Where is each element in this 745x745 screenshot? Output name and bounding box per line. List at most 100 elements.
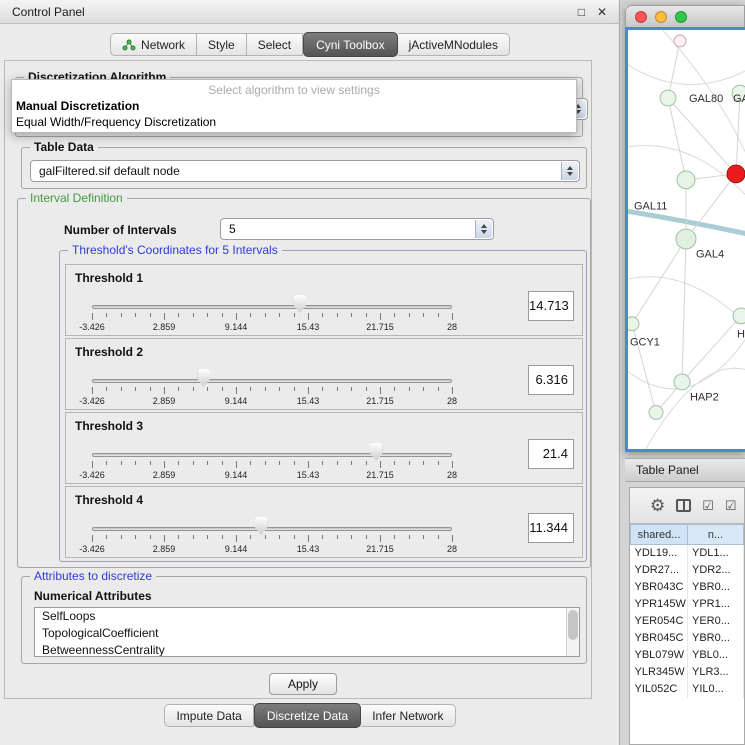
slider-scale: -3.4262.8599.14415.4321.71528 — [92, 396, 452, 408]
scale-label: 2.859 — [153, 544, 176, 554]
slider-scale: -3.4262.8599.14415.4321.71528 — [92, 322, 452, 334]
column-header-name[interactable]: n... — [688, 525, 744, 545]
network-node[interactable] — [727, 165, 745, 183]
table-row[interactable]: YLR345WYLR3... — [631, 664, 744, 681]
table-row[interactable]: YER054CYER0... — [631, 613, 744, 630]
network-window-titlebar[interactable] — [625, 5, 745, 27]
network-node-label: H — [737, 329, 745, 341]
threshold-slider[interactable]: -3.4262.8599.14415.4321.71528 — [92, 441, 452, 483]
threshold-slider[interactable]: -3.4262.8599.14415.4321.71528 — [92, 293, 452, 335]
table-cell: YER0... — [688, 613, 744, 630]
control-panel-window: Control Panel □ ✕ Network Style Select C… — [0, 0, 620, 745]
network-node[interactable] — [733, 308, 745, 324]
threshold-value-box[interactable]: 11.344 — [528, 513, 574, 543]
network-edge[interactable] — [668, 98, 686, 180]
network-node[interactable] — [628, 317, 639, 331]
table-toolbar: ⚙ ☑ ☑ — [630, 488, 744, 524]
scrollbar-thumb[interactable] — [568, 610, 578, 640]
network-view-frame: GAL80GAGAL11GAL4GCY1HHAP2 — [625, 27, 745, 452]
dropdown-item-manual-discretization[interactable]: Manual Discretization — [12, 98, 576, 114]
network-node[interactable] — [660, 90, 676, 106]
minimize-traffic-icon[interactable] — [655, 11, 667, 23]
network-edge[interactable] — [682, 239, 686, 382]
network-edge[interactable] — [668, 41, 680, 98]
table-row[interactable]: YDL19...YDL1... — [631, 545, 744, 562]
network-canvas[interactable]: GAL80GAGAL11GAL4GCY1HHAP2 — [628, 30, 745, 449]
slider-thumb[interactable] — [293, 295, 306, 313]
checkbox-icon[interactable]: ☑ — [725, 498, 737, 514]
table-cell: YLR345W — [631, 664, 688, 681]
slider-track[interactable] — [92, 305, 452, 309]
combo-stepper-icon[interactable] — [475, 220, 492, 238]
dropdown-item-equal-width[interactable]: Equal Width/Frequency Discretization — [12, 114, 576, 130]
table-row[interactable]: YPR145WYPR1... — [631, 596, 744, 613]
table-row[interactable]: YBR045CYBR0... — [631, 630, 744, 647]
number-of-intervals-combobox[interactable]: 5 — [220, 218, 494, 240]
list-item[interactable]: TopologicalCoefficient — [35, 625, 579, 642]
tab-select[interactable]: Select — [247, 33, 303, 56]
tab-infer-network[interactable]: Infer Network — [361, 704, 455, 727]
network-node-label: GCY1 — [630, 337, 660, 349]
slider-thumb[interactable] — [197, 369, 210, 387]
scale-label: 28 — [447, 396, 457, 406]
apply-button[interactable]: Apply — [269, 673, 337, 695]
slider-track[interactable] — [92, 527, 452, 531]
network-edge[interactable] — [668, 98, 736, 174]
tab-style[interactable]: Style — [197, 33, 247, 56]
thresholds-group: Threshold's Coordinates for 5 Intervals … — [59, 250, 587, 562]
tab-network[interactable]: Network — [110, 33, 197, 56]
threshold-value-box[interactable]: 21.4 — [528, 439, 574, 469]
network-edge[interactable] — [682, 316, 741, 382]
bottom-tab-bar: Impute Data Discretize Data Infer Networ… — [0, 703, 620, 728]
slider-ticks — [92, 461, 452, 469]
checkbox-icon[interactable]: ☑ — [702, 498, 714, 514]
gear-icon[interactable]: ⚙ — [650, 497, 665, 514]
scale-label: 9.144 — [225, 322, 248, 332]
threshold-slider[interactable]: -3.4262.8599.14415.4321.71528 — [92, 515, 452, 557]
scale-label: 15.43 — [297, 544, 320, 554]
table-row[interactable]: YBR043CYBR0... — [631, 579, 744, 596]
slider-thumb[interactable] — [255, 517, 268, 535]
tab-discretize-data[interactable]: Discretize Data — [254, 703, 361, 728]
close-traffic-icon[interactable] — [635, 11, 647, 23]
network-edge[interactable] — [632, 239, 686, 324]
tab-cyni-toolbox[interactable]: Cyni Toolbox — [303, 32, 397, 57]
close-window-icon[interactable]: ✕ — [597, 5, 607, 19]
network-node[interactable] — [649, 406, 663, 420]
tab-jactivemnodules[interactable]: jActiveMNodules — [398, 33, 510, 56]
slider-thumb[interactable] — [370, 443, 383, 461]
table-row[interactable]: YIL052CYIL0... — [631, 681, 744, 698]
threshold-box: Threshold 4 -3.4262.8599.14415.4321.7152… — [65, 486, 583, 558]
slider-track[interactable] — [92, 453, 452, 457]
attribute-list-scrollbar[interactable] — [566, 608, 579, 656]
table-row[interactable]: YBL079WYBL0... — [631, 647, 744, 664]
network-node[interactable] — [674, 374, 690, 390]
threshold-slider[interactable]: -3.4262.8599.14415.4321.71528 — [92, 367, 452, 409]
combo-stepper-icon[interactable] — [561, 162, 578, 180]
table-row[interactable]: YDR27...YDR2... — [631, 562, 744, 579]
zoom-traffic-icon[interactable] — [675, 11, 687, 23]
network-node[interactable] — [677, 171, 695, 189]
network-node[interactable] — [674, 35, 686, 47]
scale-label: 15.43 — [297, 396, 320, 406]
float-window-icon[interactable]: □ — [578, 5, 585, 19]
interval-definition-legend: Interval Definition — [26, 191, 127, 205]
table-cell: YDL19... — [631, 545, 688, 562]
tab-impute-data[interactable]: Impute Data — [164, 704, 253, 727]
column-header-shared-name[interactable]: shared... — [631, 525, 688, 545]
list-item[interactable]: BetweennessCentrality — [35, 642, 579, 657]
network-node[interactable] — [676, 229, 696, 249]
scale-label: 21.715 — [366, 470, 394, 480]
threshold-value-box[interactable]: 6.316 — [528, 365, 574, 395]
slider-track[interactable] — [92, 379, 452, 383]
number-of-intervals-label: Number of Intervals — [64, 223, 177, 237]
columns-icon[interactable] — [676, 499, 691, 512]
list-item[interactable]: SelfLoops — [35, 608, 579, 625]
table-cell: YIL0... — [688, 681, 744, 698]
slider-scale: -3.4262.8599.14415.4321.71528 — [92, 544, 452, 556]
slider-ticks — [92, 313, 452, 321]
network-canvas-svg[interactable]: GAL80GAGAL11GAL4GCY1HHAP2 — [628, 30, 745, 449]
table-panel-header[interactable]: Table Panel — [625, 458, 745, 482]
threshold-value-box[interactable]: 14.713 — [528, 291, 574, 321]
table-data-combobox[interactable]: galFiltered.sif default node — [30, 160, 580, 182]
